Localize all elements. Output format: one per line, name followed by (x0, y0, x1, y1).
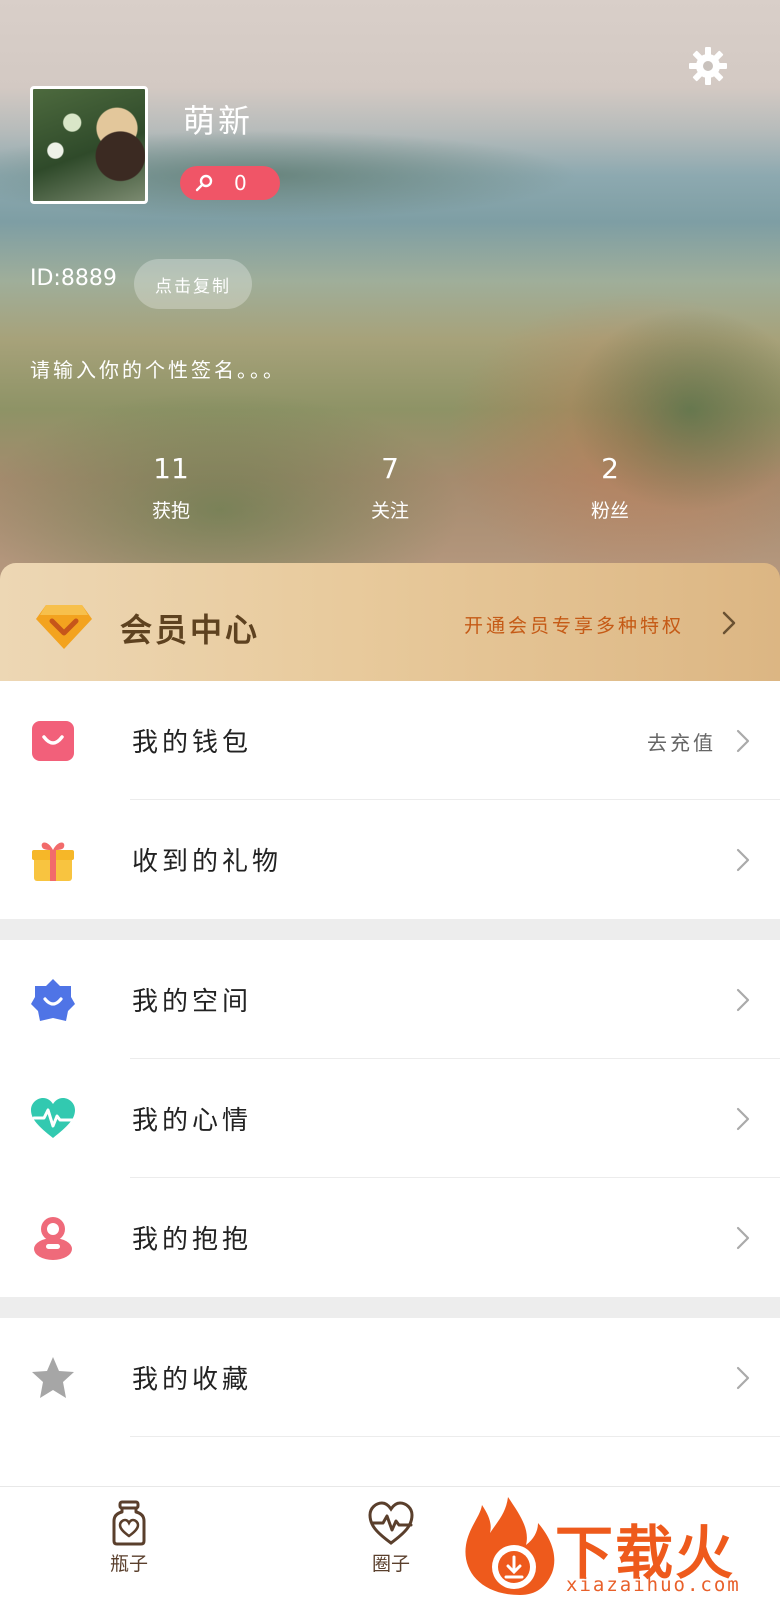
stat-value: 11 (153, 452, 189, 485)
tab-label: 瓶子 (109, 1553, 148, 1575)
menu-item-space[interactable]: 我的空间 (0, 940, 780, 1059)
watermark-url: xiazaihuo.com (566, 1574, 741, 1596)
menu-item-hugs[interactable]: 我的抱抱 (0, 1178, 780, 1297)
tab-label: 圈子 (371, 1553, 410, 1575)
username: 萌新 (183, 102, 254, 140)
heart-pulse-icon (31, 1098, 75, 1138)
bottle-icon (112, 1500, 146, 1546)
section-gap (0, 1297, 780, 1318)
menu-item-gifts[interactable]: 收到的礼物 (0, 800, 780, 919)
chevron-right-icon (736, 1366, 750, 1390)
menu-item-label: 我的钱包 (132, 728, 253, 758)
stat-hugs-received[interactable]: 11 获抱 (111, 452, 231, 523)
menu-item-favorites[interactable]: 我的收藏 (0, 1318, 780, 1437)
badge-count: 0 (234, 171, 247, 195)
menu-group-collection: 我的收藏 (0, 1318, 780, 1437)
heart-circle-icon (368, 1501, 414, 1545)
menu-item-label: 我的收藏 (132, 1365, 253, 1395)
female-icon (195, 174, 213, 192)
copy-id-button[interactable]: 点击复制 (134, 259, 252, 309)
menu-group-wallet: 我的钱包 去充值 收到的礼物 (0, 681, 780, 919)
menu-item-mood[interactable]: 我的心情 (0, 1059, 780, 1178)
avatar[interactable] (30, 86, 148, 204)
chevron-right-icon (736, 988, 750, 1012)
stat-following[interactable]: 7 关注 (330, 452, 450, 523)
vip-title: 会员中心 (120, 611, 261, 649)
stat-label: 获抱 (151, 500, 190, 522)
stat-label: 粉丝 (590, 500, 629, 522)
wallet-bag-icon (32, 721, 74, 761)
diamond-icon (36, 605, 92, 649)
user-id: ID:8889 (30, 266, 117, 291)
star-icon (32, 1357, 74, 1398)
menu-item-label: 收到的礼物 (132, 847, 283, 877)
menu-item-wallet[interactable]: 我的钱包 去充值 (0, 681, 780, 800)
stat-value: 7 (381, 452, 399, 485)
stat-value: 2 (601, 452, 619, 485)
section-gap (0, 919, 780, 940)
gender-badge: 0 (180, 166, 280, 200)
gift-icon (32, 842, 74, 881)
tab-circle[interactable]: 圈子 (346, 1499, 436, 1576)
profile-header: 萌新 0 ID:8889 点击复制 请输入你的个性签名。。。 11 获抱 7 关… (0, 0, 780, 585)
vip-promo-text: 开通会员专享多种特权 (464, 615, 685, 637)
recharge-link[interactable]: 去充值 (647, 727, 716, 756)
chevron-right-icon (736, 729, 750, 753)
gear-icon[interactable] (688, 46, 728, 86)
vip-center-banner[interactable]: 会员中心 开通会员专享多种特权 (0, 563, 780, 681)
space-flower-icon (31, 979, 75, 1021)
chevron-right-icon (736, 1226, 750, 1250)
stat-label: 关注 (370, 500, 409, 522)
hug-icon (34, 1217, 72, 1260)
signature-text[interactable]: 请输入你的个性签名。。。 (30, 354, 286, 383)
chevron-right-icon (722, 611, 736, 635)
menu-item-label: 我的抱抱 (132, 1225, 253, 1255)
stat-fans[interactable]: 2 粉丝 (550, 452, 670, 523)
menu-item-label: 我的心情 (132, 1106, 253, 1136)
tab-bottle[interactable]: 瓶子 (84, 1499, 174, 1576)
chevron-right-icon (736, 1107, 750, 1131)
menu-group-personal: 我的空间 我的心情 我的抱抱 (0, 940, 780, 1297)
chevron-right-icon (736, 848, 750, 872)
menu-item-label: 我的空间 (132, 987, 253, 1017)
